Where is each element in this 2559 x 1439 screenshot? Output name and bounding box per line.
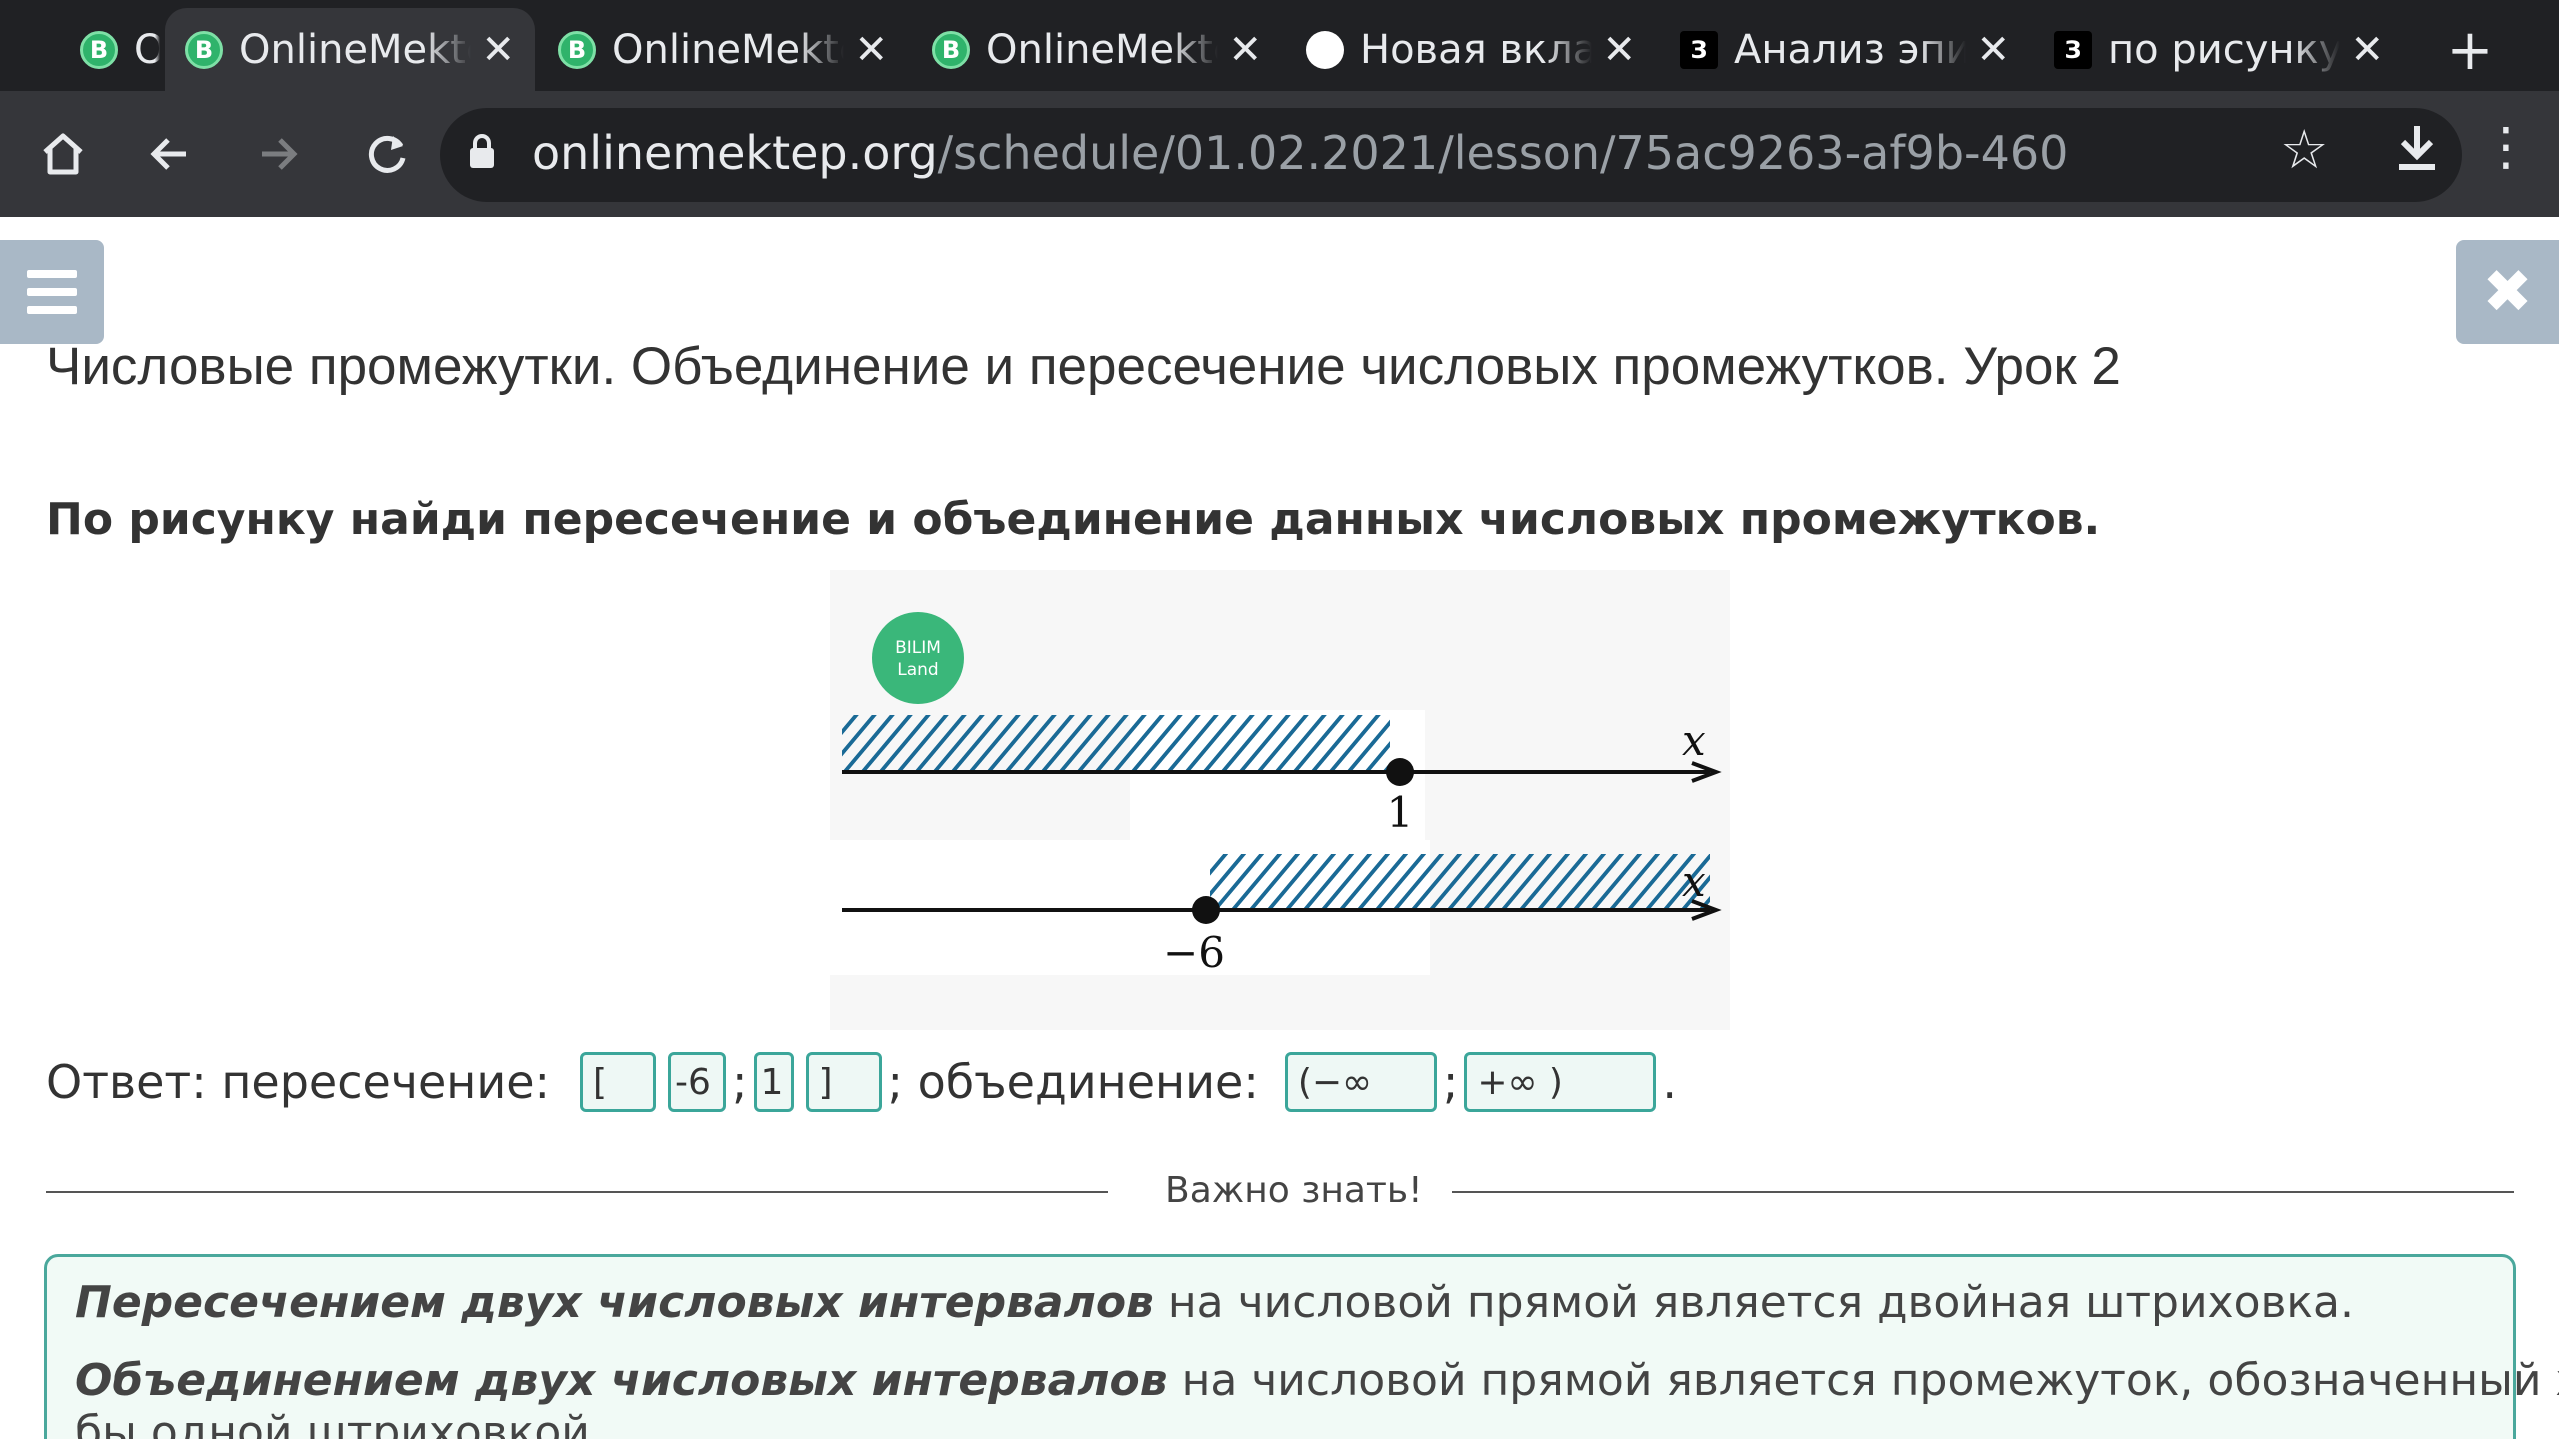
answer-box-union-lower[interactable]: (−∞ [1284, 1052, 1437, 1112]
info-line-1-rest: на числовой прямой является двойная штри… [1153, 1277, 2354, 1328]
axis1-point-label: 1 [1387, 788, 1414, 837]
tab-label: по рисунку н [2108, 26, 2341, 73]
lock-icon [470, 134, 494, 170]
reload-icon[interactable] [352, 119, 422, 189]
axis2-var-label: x [1682, 857, 1706, 906]
info-line-3: бы одной штриховкой. [75, 1407, 604, 1439]
answer-union-label: ; объединение: [887, 1055, 1259, 1109]
hamburger-menu-icon[interactable] [0, 240, 104, 344]
info-line-2: Объединением двух числовых интервалов на… [75, 1355, 2559, 1406]
tab-label: OnlineMektep [239, 26, 471, 73]
axis2-point-label: −6 [1163, 928, 1225, 977]
bilimland-logo: BILIM Land [872, 612, 964, 704]
axis1-var-label: x [1682, 716, 1706, 765]
tab-onlinemektep-1[interactable]: B O [60, 8, 180, 91]
answer-row: Ответ: пересечение: [ -6 ; 1 ] ; объедин… [46, 1050, 1677, 1114]
url-path: /schedule/01.02.2021/lesson/75ac9263-af9… [937, 126, 2067, 180]
bilimland-icon: B [932, 30, 970, 69]
answer-box-bracket-open[interactable]: [ [580, 1052, 657, 1112]
bilimland-icon: B [558, 30, 596, 69]
task-text: По рисунку найди пересечение и объединен… [46, 494, 2101, 545]
answer-box-lower[interactable]: -6 [668, 1052, 727, 1112]
tab-onlinemektep-4[interactable]: B OnlineMektep ✕ [912, 8, 1282, 91]
bookmark-star-icon[interactable]: ☆ [2280, 118, 2328, 181]
url-host: onlinemektep.org [532, 126, 938, 180]
close-tab-icon[interactable]: ✕ [1602, 27, 1636, 73]
tab-analysis[interactable]: З Анализ эпизода ✕ [1660, 8, 2030, 91]
tab-label: OnlineMektep [612, 26, 844, 73]
info-line-1-bold: Пересечением двух числовых интервалов [75, 1277, 1154, 1328]
tab-strip: B O B OnlineMektep ✕ B OnlineMektep ✕ B … [0, 0, 2559, 91]
info-line-1: Пересечением двух числовых интервалов на… [75, 1277, 2354, 1328]
number-line-figure: BILIM Land x 1 x −6 [830, 570, 1730, 1030]
logo-line1: BILIM [895, 638, 941, 658]
tab-label: Анализ эпизода [1734, 26, 1967, 73]
close-tab-icon[interactable]: ✕ [481, 27, 515, 73]
bilimland-icon: B [185, 30, 223, 69]
important-infobox: Пересечением двух числовых интервалов на… [44, 1254, 2559, 1439]
logo-line2: Land [897, 660, 938, 680]
answer-box-union-upper[interactable]: +∞ ) [1464, 1052, 1657, 1112]
home-icon[interactable] [28, 119, 98, 189]
hatch-right-of-minus6 [1210, 854, 1710, 910]
divider-left [46, 1191, 1108, 1193]
answer-box-upper[interactable]: 1 [753, 1052, 794, 1112]
new-tab-plus-icon[interactable]: + [2440, 18, 2500, 83]
bilimland-icon: B [80, 30, 118, 69]
address-bar[interactable]: onlinemektep.org/schedule/01.02.2021/les… [440, 108, 2462, 202]
close-tab-icon[interactable]: ✕ [854, 27, 888, 73]
tab-po-risunku[interactable]: З по рисунку н ✕ [2034, 8, 2404, 91]
tab-onlinemektep-2[interactable]: B OnlineMektep ✕ [165, 8, 535, 91]
tab-label: Новая вкладка [1360, 26, 1593, 73]
divider-right [1452, 1191, 2514, 1193]
point-minus6 [1192, 896, 1220, 924]
point-1 [1386, 758, 1414, 786]
info-line-2-rest: на числовой прямой является промежуток, … [1167, 1355, 2559, 1406]
chrome-icon: ◎ [1306, 30, 1344, 69]
answer-box-bracket-close[interactable]: ] [805, 1052, 882, 1112]
znanija-icon: З [1680, 30, 1718, 69]
close-tab-icon[interactable]: ✕ [2350, 27, 2384, 73]
znanija-icon: З [2054, 30, 2092, 69]
url-text: onlinemektep.org/schedule/01.02.2021/les… [532, 126, 2067, 180]
tab-label: O [134, 26, 160, 73]
close-tab-icon[interactable]: ✕ [1228, 27, 1262, 73]
forward-arrow-icon[interactable] [243, 119, 313, 189]
info-line-2-bold: Объединением двух числовых интервалов [75, 1355, 1168, 1406]
answer-sep: ; [1442, 1055, 1459, 1109]
back-arrow-icon[interactable] [135, 119, 205, 189]
browser-toolbar: onlinemektep.org/schedule/01.02.2021/les… [0, 91, 2559, 217]
answer-sep: ; [732, 1055, 748, 1109]
page-title: Числовые промежутки. Объединение и перес… [46, 337, 2121, 396]
tab-label: OnlineMektep [986, 26, 1218, 73]
tab-new-tab[interactable]: ◎ Новая вкладка ✕ [1286, 8, 1656, 91]
answer-prefix: Ответ: пересечение: [46, 1055, 551, 1109]
download-icon[interactable] [2395, 122, 2439, 186]
close-tab-icon[interactable]: ✕ [1976, 27, 2010, 73]
important-heading: Важно знать! [1165, 1170, 1423, 1211]
hatch-left-of-1 [842, 715, 1390, 772]
more-menu-icon[interactable]: ⋮ [2480, 117, 2532, 177]
answer-end: . [1662, 1055, 1677, 1109]
tab-onlinemektep-3[interactable]: B OnlineMektep ✕ [538, 8, 908, 91]
close-icon[interactable]: ✖ [2456, 240, 2559, 344]
